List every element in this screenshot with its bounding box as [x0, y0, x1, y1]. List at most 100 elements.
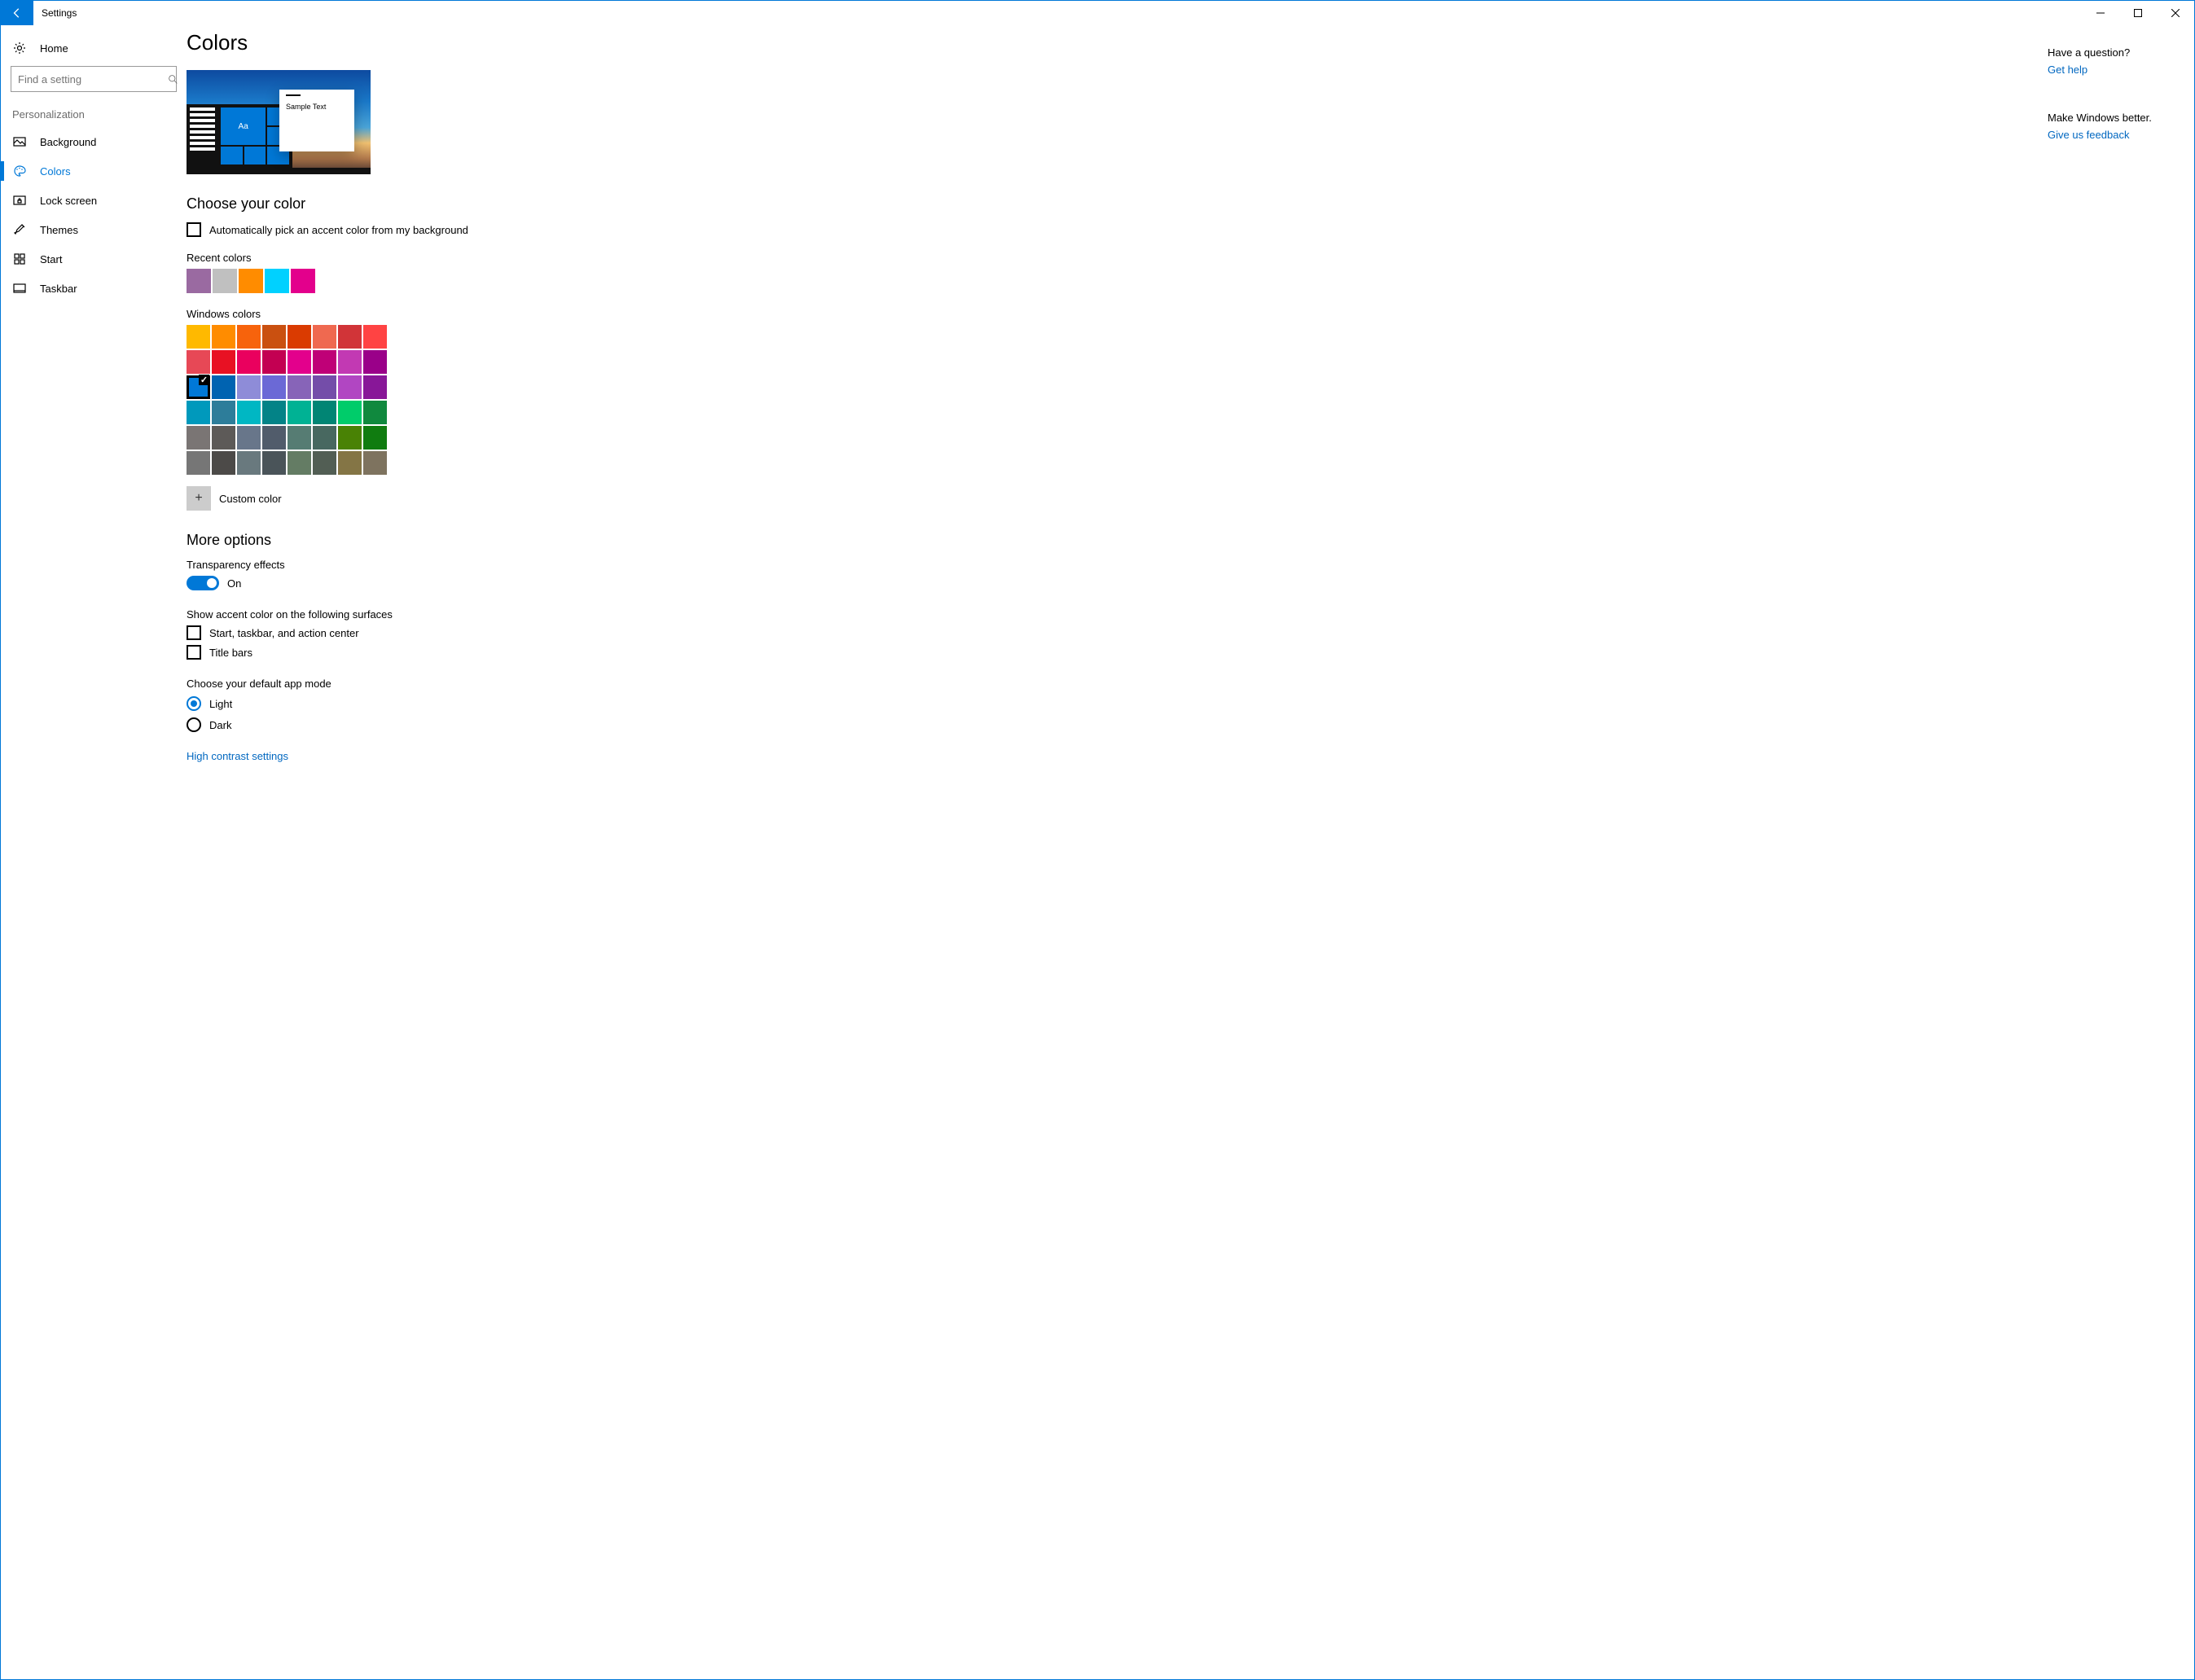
sidebar-item-label: Themes — [40, 224, 78, 236]
windows-color-swatch[interactable] — [363, 375, 387, 399]
windows-color-swatch[interactable] — [363, 451, 387, 475]
lock-screen-icon — [12, 193, 27, 208]
windows-color-swatch[interactable] — [212, 451, 235, 475]
windows-color-swatch[interactable] — [187, 426, 210, 450]
windows-color-swatch[interactable] — [237, 350, 261, 374]
close-button[interactable] — [2157, 1, 2194, 25]
sidebar-item-background[interactable]: Background — [1, 127, 187, 156]
windows-color-swatch[interactable] — [338, 451, 362, 475]
sidebar-item-label: Taskbar — [40, 283, 77, 295]
toggle-switch-icon — [187, 576, 219, 590]
high-contrast-link[interactable]: High contrast settings — [187, 750, 806, 762]
recent-color-swatch[interactable] — [187, 269, 211, 293]
windows-color-swatch[interactable] — [313, 426, 336, 450]
have-question: Have a question? — [2048, 46, 2181, 59]
desktop-preview: Aa Sample Text — [187, 70, 371, 174]
recent-color-swatch[interactable] — [239, 269, 263, 293]
checkbox-icon — [187, 222, 201, 237]
windows-colors-label: Windows colors — [187, 308, 806, 320]
windows-color-swatch[interactable] — [363, 426, 387, 450]
windows-color-swatch[interactable] — [338, 426, 362, 450]
windows-color-swatch[interactable] — [212, 325, 235, 349]
arrow-left-icon — [11, 7, 23, 19]
mode-dark-radio[interactable]: Dark — [187, 717, 806, 732]
surface-start-checkbox[interactable]: Start, taskbar, and action center — [187, 625, 806, 640]
mode-light-radio[interactable]: Light — [187, 696, 806, 711]
minimize-icon — [2096, 9, 2105, 17]
windows-color-swatch[interactable] — [187, 350, 210, 374]
make-better: Make Windows better. — [2048, 112, 2181, 124]
get-help-link[interactable]: Get help — [2048, 64, 2181, 76]
windows-color-swatch[interactable] — [288, 325, 311, 349]
windows-color-swatch[interactable] — [212, 375, 235, 399]
windows-color-swatch[interactable] — [338, 375, 362, 399]
windows-color-swatch[interactable] — [288, 375, 311, 399]
minimize-button[interactable] — [2082, 1, 2119, 25]
windows-color-swatch[interactable] — [212, 350, 235, 374]
windows-color-swatch[interactable] — [288, 426, 311, 450]
sidebar-item-lock-screen[interactable]: Lock screen — [1, 186, 187, 215]
custom-color-button[interactable]: + — [187, 486, 211, 511]
windows-color-swatch[interactable] — [262, 451, 286, 475]
auto-pick-label: Automatically pick an accent color from … — [209, 224, 468, 236]
windows-color-swatch[interactable] — [313, 325, 336, 349]
windows-color-swatch[interactable] — [262, 401, 286, 424]
windows-color-swatch[interactable] — [237, 375, 261, 399]
sidebar-item-colors[interactable]: Colors — [1, 156, 187, 186]
windows-color-swatch[interactable] — [338, 401, 362, 424]
windows-color-swatch[interactable] — [187, 451, 210, 475]
transparency-toggle[interactable]: On — [187, 576, 806, 590]
search-icon — [168, 74, 178, 85]
windows-color-swatch[interactable] — [363, 401, 387, 424]
windows-color-swatch[interactable] — [288, 401, 311, 424]
sidebar-item-taskbar[interactable]: Taskbar — [1, 274, 187, 303]
windows-color-swatch[interactable] — [288, 350, 311, 374]
windows-color-swatch[interactable] — [262, 426, 286, 450]
search-input[interactable] — [11, 73, 168, 86]
recent-color-swatch[interactable] — [291, 269, 315, 293]
auto-pick-checkbox[interactable]: Automatically pick an accent color from … — [187, 222, 806, 237]
windows-color-swatch[interactable] — [338, 350, 362, 374]
main-content: Colors Aa — [187, 25, 2048, 1679]
mode-dark-label: Dark — [209, 719, 231, 731]
windows-color-swatch[interactable] — [262, 325, 286, 349]
windows-color-swatch[interactable] — [313, 375, 336, 399]
windows-color-swatch[interactable] — [262, 350, 286, 374]
surface-title-checkbox[interactable]: Title bars — [187, 645, 806, 660]
windows-color-swatch[interactable] — [187, 375, 210, 399]
windows-color-swatch[interactable] — [288, 451, 311, 475]
mode-light-label: Light — [209, 698, 232, 710]
back-button[interactable] — [1, 1, 33, 25]
sidebar-item-label: Lock screen — [40, 195, 97, 207]
windows-color-swatch[interactable] — [187, 325, 210, 349]
windows-color-swatch[interactable] — [313, 401, 336, 424]
windows-color-swatch[interactable] — [363, 325, 387, 349]
windows-color-swatch[interactable] — [237, 451, 261, 475]
recent-color-swatch[interactable] — [265, 269, 289, 293]
windows-color-swatch[interactable] — [237, 426, 261, 450]
sidebar-item-label: Background — [40, 136, 96, 148]
windows-color-swatch[interactable] — [313, 451, 336, 475]
recent-color-swatch[interactable] — [213, 269, 237, 293]
surfaces-label: Show accent color on the following surfa… — [187, 608, 806, 621]
feedback-link[interactable]: Give us feedback — [2048, 129, 2181, 141]
windows-color-swatch[interactable] — [313, 350, 336, 374]
windows-color-swatch[interactable] — [212, 426, 235, 450]
windows-color-swatch[interactable] — [338, 325, 362, 349]
checkbox-icon — [187, 625, 201, 640]
windows-color-swatch[interactable] — [262, 375, 286, 399]
image-icon — [12, 134, 27, 149]
window-controls — [2082, 1, 2194, 25]
windows-color-swatch[interactable] — [363, 350, 387, 374]
sidebar-item-themes[interactable]: Themes — [1, 215, 187, 244]
search-box[interactable] — [11, 66, 177, 92]
sidebar-home[interactable]: Home — [1, 33, 187, 63]
windows-color-swatch[interactable] — [212, 401, 235, 424]
windows-color-swatch[interactable] — [237, 325, 261, 349]
custom-color-row: + Custom color — [187, 486, 806, 511]
windows-color-swatch[interactable] — [237, 401, 261, 424]
sidebar-item-start[interactable]: Start — [1, 244, 187, 274]
sidebar-home-label: Home — [40, 42, 68, 55]
windows-color-swatch[interactable] — [187, 401, 210, 424]
maximize-button[interactable] — [2119, 1, 2157, 25]
